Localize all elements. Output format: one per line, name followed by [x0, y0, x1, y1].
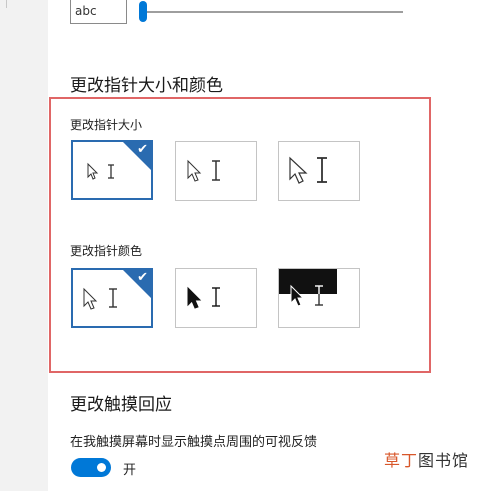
- pointer-color-white-option[interactable]: ✔: [71, 268, 153, 328]
- pointer-size-small-option[interactable]: ✔: [71, 140, 153, 200]
- arrow-pointer-icon: [87, 162, 99, 180]
- pointer-color-black-option[interactable]: [175, 268, 257, 328]
- checkmark-icon: ✔: [137, 270, 148, 285]
- text-cursor-icon: [317, 157, 327, 183]
- toggle-knob: [97, 463, 106, 472]
- pointer-color-label: 更改指针颜色: [70, 244, 143, 258]
- text-size-preview: abc: [70, 0, 127, 24]
- toggle-state-label: 开: [123, 463, 137, 478]
- arrow-pointer-icon: [289, 156, 308, 184]
- inverted-background: [279, 269, 337, 294]
- watermark-rest: 图书馆: [418, 451, 470, 470]
- touch-feedback-description: 在我触摸屏幕时显示触摸点周围的可视反馈: [70, 435, 318, 450]
- pointer-preview: [289, 156, 327, 184]
- text-size-slider-track[interactable]: [141, 11, 403, 13]
- checkmark-icon: ✔: [137, 142, 148, 157]
- text-cursor-icon: [109, 288, 117, 308]
- pane-divider: [6, 0, 7, 8]
- text-cursor-icon: [212, 160, 220, 181]
- navigation-pane: [0, 0, 48, 491]
- arrow-pointer-icon: [83, 287, 98, 310]
- pointer-size-large-option[interactable]: [278, 141, 360, 201]
- pointer-size-medium-option[interactable]: [175, 141, 257, 201]
- pointer-section-heading: 更改指针大小和颜色: [70, 76, 223, 96]
- text-cursor-icon: [108, 164, 114, 179]
- pointer-preview: [279, 269, 337, 307]
- arrow-pointer-icon: [187, 286, 202, 309]
- text-size-slider-thumb[interactable]: [139, 1, 147, 22]
- pointer-color-inverted-option[interactable]: [278, 268, 360, 328]
- touch-section-heading: 更改触摸回应: [70, 395, 172, 415]
- arrow-pointer-icon: [187, 159, 202, 182]
- pointer-size-label: 更改指针大小: [70, 118, 143, 132]
- watermark-accent: 草丁: [384, 451, 419, 470]
- watermark: 草丁图书馆: [384, 447, 469, 471]
- text-cursor-icon: [212, 287, 220, 307]
- pointer-preview: [187, 286, 220, 309]
- touch-feedback-toggle[interactable]: [71, 458, 111, 477]
- highlight-frame: [49, 97, 431, 373]
- pointer-preview: [187, 159, 220, 182]
